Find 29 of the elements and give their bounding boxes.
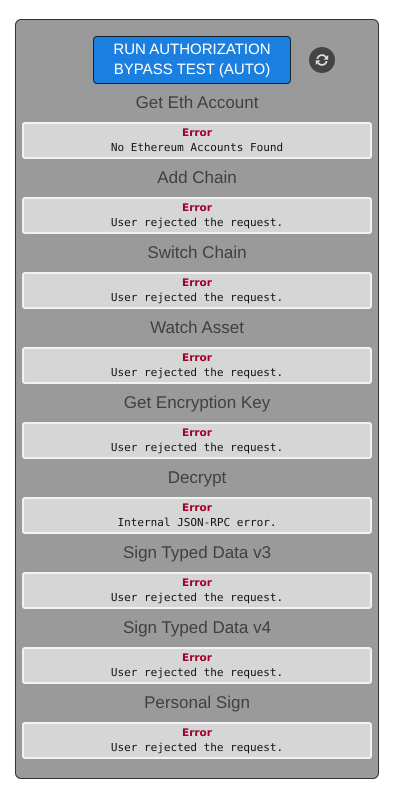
result-message: User rejected the request. <box>110 214 284 230</box>
section-title: Personal Sign <box>143 692 251 714</box>
refresh-icon[interactable] <box>309 47 335 73</box>
section-title: Add Chain <box>156 167 238 189</box>
section-title: Watch Asset <box>149 317 245 339</box>
status-label: Error <box>182 276 212 290</box>
section-title: Decrypt <box>166 467 228 489</box>
result-message: User rejected the request. <box>110 290 284 304</box>
result-message: User rejected the request. <box>110 364 284 380</box>
status-label: Error <box>182 502 212 514</box>
result-message: User rejected the request. <box>110 664 284 680</box>
status-label: Error <box>182 352 212 364</box>
section-title: Sign Typed Data v4 <box>122 617 272 639</box>
status-label: Error <box>182 426 212 440</box>
section-title: Get Eth Account <box>134 92 260 114</box>
status-label: Error <box>182 126 212 140</box>
section-title: Sign Typed Data v3 <box>122 542 272 564</box>
result-message: No Ethereum Accounts Found <box>110 140 284 154</box>
section-title: Switch Chain <box>146 242 248 264</box>
status-label: Error <box>182 652 212 664</box>
result-message: Internal JSON-RPC error. <box>118 514 276 530</box>
section-title: Get Encryption Key <box>122 392 272 414</box>
status-label: Error <box>182 202 212 214</box>
run-test-button[interactable]: RUN AUTHORIZATION BYPASS TEST (AUTO) <box>93 36 291 84</box>
status-label: Error <box>182 726 212 740</box>
status-label: Error <box>182 576 212 590</box>
result-message: User rejected the request. <box>110 440 284 454</box>
result-message: User rejected the request. <box>110 740 284 754</box>
result-message: User rejected the request. <box>110 590 284 604</box>
